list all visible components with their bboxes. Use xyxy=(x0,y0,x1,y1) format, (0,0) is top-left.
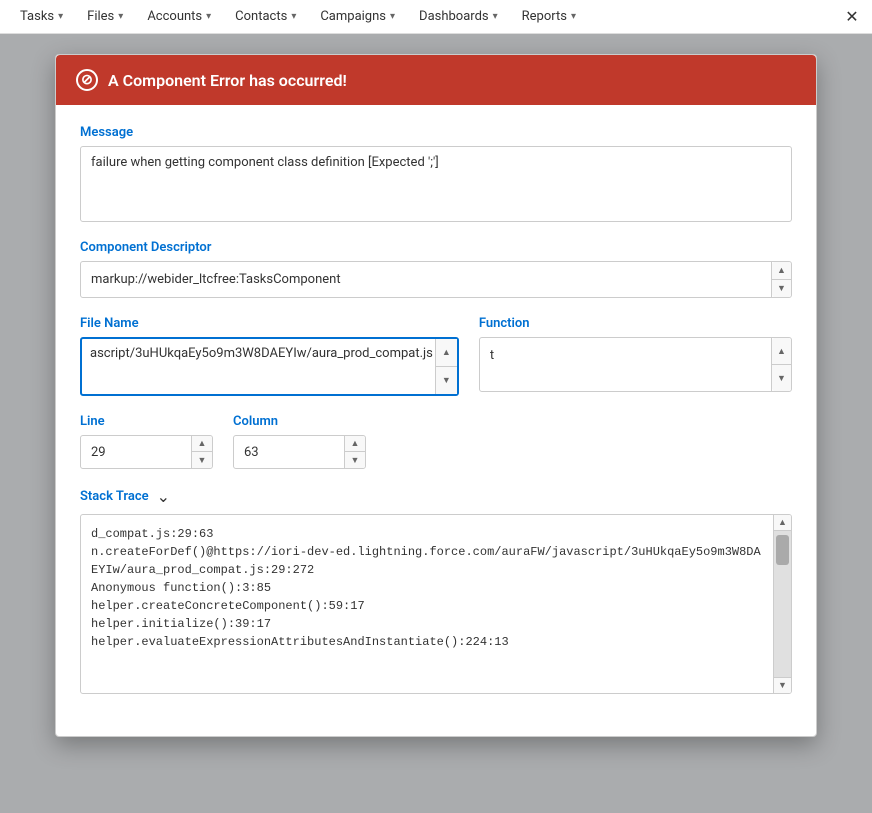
nav-item-reports[interactable]: Reports ▾ xyxy=(510,0,588,33)
component-descriptor-wrapper: ▲ ▼ xyxy=(80,261,792,298)
scroll-down-arrow[interactable]: ▼ xyxy=(772,280,791,297)
function-scrollbar: ▲ ▼ xyxy=(771,338,791,391)
function-wrapper: ▲ ▼ xyxy=(479,337,792,392)
nav-item-files[interactable]: Files ▾ xyxy=(75,0,135,33)
column-increment[interactable]: ▲ xyxy=(345,436,365,452)
error-title: A Component Error has occurred! xyxy=(108,71,347,90)
chevron-down-icon: ▾ xyxy=(571,11,576,22)
error-modal: ⊘ A Component Error has occurred! Messag… xyxy=(55,54,817,737)
file-name-input[interactable]: ascript/3uHUkqaEy5o9m3W8DAEYIw/aura_prod… xyxy=(82,339,457,394)
function-label: Function xyxy=(479,316,792,331)
stack-scroll-up[interactable]: ▲ xyxy=(774,515,791,531)
line-field-group: Line ▲ ▼ xyxy=(80,414,213,469)
message-input-wrapper: failure when getting component class def… xyxy=(80,146,792,222)
chevron-down-icon: ▾ xyxy=(291,11,296,22)
component-descriptor-scrollbar: ▲ ▼ xyxy=(771,262,791,297)
function-input[interactable] xyxy=(480,338,769,373)
line-column-row: Line ▲ ▼ Column ▲ xyxy=(80,414,792,469)
chevron-down-icon: ▾ xyxy=(493,11,498,22)
file-name-scroll-down[interactable]: ▼ xyxy=(436,367,457,394)
nav-label-campaigns: Campaigns xyxy=(320,9,386,24)
file-function-row: File Name ascript/3uHUkqaEy5o9m3W8DAEYIw… xyxy=(80,316,792,396)
component-descriptor-label: Component Descriptor xyxy=(80,240,792,255)
line-decrement[interactable]: ▼ xyxy=(192,452,212,468)
line-input[interactable] xyxy=(81,437,191,468)
column-label: Column xyxy=(233,414,366,429)
nav-label-files: Files xyxy=(87,9,114,24)
stack-scrollbar-thumb xyxy=(776,535,789,565)
stack-trace-header[interactable]: Stack Trace ⌄ xyxy=(80,487,792,506)
stack-trace-scrollbar: ▲ ▼ xyxy=(773,515,791,693)
nav-item-contacts[interactable]: Contacts ▾ xyxy=(223,0,308,33)
file-name-label: File Name xyxy=(80,316,459,331)
message-field-group: Message failure when getting component c… xyxy=(80,125,792,222)
modal-overlay: ⊘ A Component Error has occurred! Messag… xyxy=(0,34,872,813)
nav-item-campaigns[interactable]: Campaigns ▾ xyxy=(308,0,407,33)
message-input[interactable]: failure when getting component class def… xyxy=(81,147,791,217)
nav-item-dashboards[interactable]: Dashboards ▾ xyxy=(407,0,510,33)
nav-item-accounts[interactable]: Accounts ▾ xyxy=(135,0,223,33)
stack-trace-label: Stack Trace xyxy=(80,489,149,504)
line-field: ▲ ▼ xyxy=(80,435,213,469)
column-decrement[interactable]: ▼ xyxy=(345,452,365,468)
file-name-scrollbar: ▲ ▼ xyxy=(435,339,457,394)
file-name-scroll-up[interactable]: ▲ xyxy=(436,339,457,367)
column-spinner: ▲ ▼ xyxy=(344,436,365,468)
nav-label-contacts: Contacts xyxy=(235,9,287,24)
column-field-group: Column ▲ ▼ xyxy=(233,414,366,469)
stack-trace-group: Stack Trace ⌄ d_compat.js:29:63 n.create… xyxy=(80,487,792,694)
nav-bar: Tasks ▾ Files ▾ Accounts ▾ Contacts ▾ Ca… xyxy=(0,0,872,34)
component-descriptor-input[interactable] xyxy=(81,262,769,297)
function-scroll-down[interactable]: ▼ xyxy=(772,365,791,391)
nav-label-dashboards: Dashboards xyxy=(419,9,489,24)
line-increment[interactable]: ▲ xyxy=(192,436,212,452)
nav-label-accounts: Accounts xyxy=(147,9,202,24)
function-col: Function ▲ ▼ xyxy=(479,316,792,396)
stack-scroll-down[interactable]: ▼ xyxy=(774,677,791,693)
column-input[interactable] xyxy=(234,437,344,468)
line-label: Line xyxy=(80,414,213,429)
file-name-wrapper: ascript/3uHUkqaEy5o9m3W8DAEYIw/aura_prod… xyxy=(80,337,459,396)
chevron-down-icon: ▾ xyxy=(58,11,63,22)
scroll-up-arrow[interactable]: ▲ xyxy=(772,262,791,280)
nav-item-tasks[interactable]: Tasks ▾ xyxy=(8,0,75,33)
chevron-down-icon: ▾ xyxy=(206,11,211,22)
function-scroll-up[interactable]: ▲ xyxy=(772,338,791,365)
error-header: ⊘ A Component Error has occurred! xyxy=(56,55,816,105)
chevron-down-icon: ▾ xyxy=(390,11,395,22)
stack-trace-box: d_compat.js:29:63 n.createForDef()@https… xyxy=(80,514,792,694)
stack-trace-toggle-icon[interactable]: ⌄ xyxy=(157,487,170,506)
modal-body: Message failure when getting component c… xyxy=(56,105,816,736)
stack-scrollbar-track xyxy=(774,531,791,677)
message-label: Message xyxy=(80,125,792,140)
nav-label-reports: Reports xyxy=(522,9,567,24)
error-circle-icon: ⊘ xyxy=(76,69,98,91)
chevron-down-icon: ▾ xyxy=(118,11,123,22)
line-spinner: ▲ ▼ xyxy=(191,436,212,468)
close-icon[interactable]: ✕ xyxy=(840,5,864,29)
nav-label-tasks: Tasks xyxy=(20,9,54,24)
component-descriptor-field-group: Component Descriptor ▲ ▼ xyxy=(80,240,792,298)
column-field: ▲ ▼ xyxy=(233,435,366,469)
file-name-col: File Name ascript/3uHUkqaEy5o9m3W8DAEYIw… xyxy=(80,316,459,396)
stack-trace-content[interactable]: d_compat.js:29:63 n.createForDef()@https… xyxy=(81,515,791,693)
